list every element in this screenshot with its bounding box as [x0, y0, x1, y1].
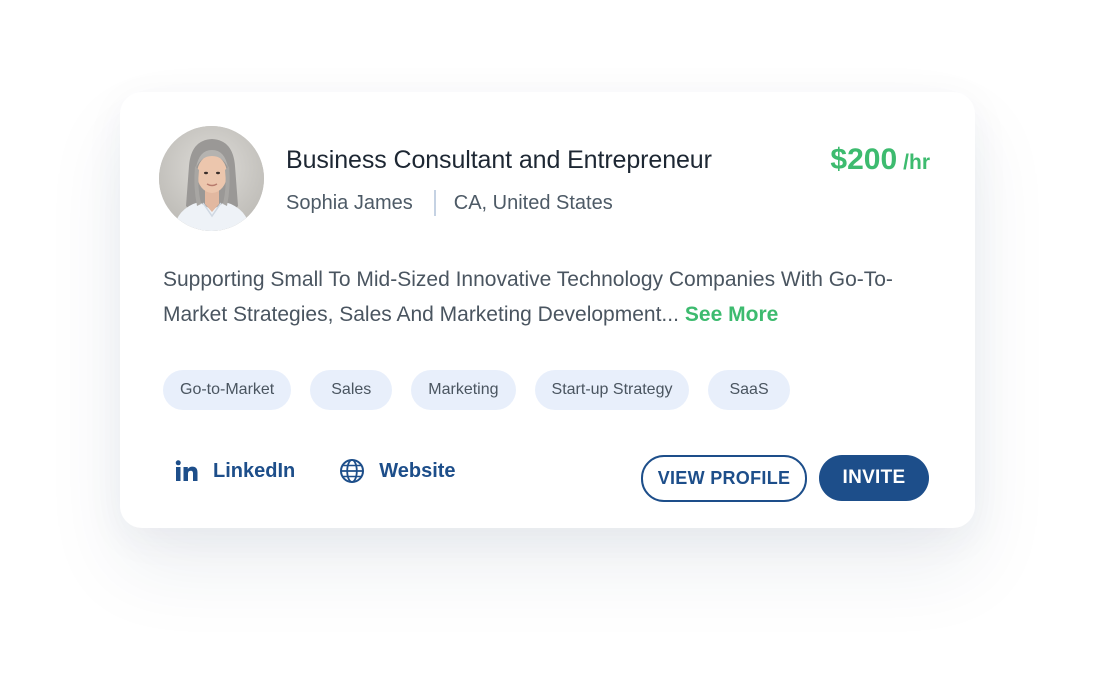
profile-title: Business Consultant and Entrepreneur: [286, 146, 712, 174]
profile-description: Supporting Small To Mid-Sized Innovative…: [163, 262, 943, 332]
skill-tags: Go-to-Market Sales Marketing Start-up St…: [163, 370, 790, 410]
description-text: Supporting Small To Mid-Sized Innovative…: [163, 268, 893, 326]
profile-name: Sophia James: [286, 191, 413, 214]
tag-start-up-strategy: Start-up Strategy: [534, 370, 690, 410]
page-canvas: Business Consultant and Entrepreneur Sop…: [0, 0, 1095, 677]
tag-sales: Sales: [310, 370, 393, 410]
profile-location: CA, United States: [453, 191, 613, 214]
linkedin-link[interactable]: LinkedIn: [175, 460, 295, 483]
linkedin-label: LinkedIn: [213, 459, 296, 482]
view-profile-button[interactable]: VIEW PROFILE: [641, 455, 807, 502]
avatar-image: [159, 126, 264, 231]
meta-divider: [433, 190, 436, 216]
profile-links: LinkedIn Website: [175, 458, 456, 484]
website-label: Website: [379, 459, 456, 482]
consultant-card: Business Consultant and Entrepreneur Sop…: [120, 92, 975, 528]
rate-unit: /hr: [903, 151, 930, 174]
hourly-rate: $200 /hr: [830, 143, 930, 177]
avatar[interactable]: [159, 126, 264, 231]
linkedin-icon: [175, 460, 198, 481]
invite-button[interactable]: INVITE: [819, 455, 929, 501]
tag-go-to-market: Go-to-Market: [163, 370, 292, 410]
website-link[interactable]: Website: [339, 458, 456, 484]
rate-amount: $200: [830, 143, 898, 176]
globe-icon: [340, 459, 365, 483]
profile-meta: Sophia James CA, United States: [286, 190, 613, 216]
tag-saas: SaaS: [708, 370, 790, 410]
tag-marketing: Marketing: [411, 370, 516, 410]
see-more-link[interactable]: See More: [685, 303, 778, 326]
